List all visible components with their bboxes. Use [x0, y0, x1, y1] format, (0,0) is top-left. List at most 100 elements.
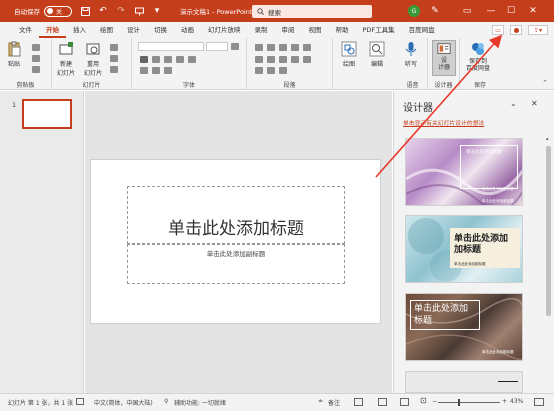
- slideshow-view-icon[interactable]: ⊡: [420, 396, 429, 405]
- tab-baidu-netdisk[interactable]: 百度网盘: [402, 22, 442, 38]
- underline-icon[interactable]: [164, 56, 172, 63]
- designer-button[interactable]: 设 计器: [432, 40, 456, 76]
- tab-insert[interactable]: 插入: [66, 22, 93, 38]
- collapse-ribbon-icon[interactable]: ⌃: [542, 79, 548, 87]
- slide-sorter-icon[interactable]: [378, 398, 387, 406]
- save-icon[interactable]: [80, 6, 90, 16]
- text-direction-icon[interactable]: [255, 67, 263, 74]
- section-icon[interactable]: [110, 66, 118, 73]
- save-to-baidu-button[interactable]: 保存到 百度网盘: [466, 41, 490, 72]
- copy-icon[interactable]: [32, 55, 40, 62]
- smartart-icon[interactable]: [279, 67, 287, 74]
- tab-animations[interactable]: 动画: [174, 22, 201, 38]
- pen-icon[interactable]: ✎: [428, 4, 442, 18]
- tab-transitions[interactable]: 切换: [147, 22, 174, 38]
- tab-review[interactable]: 审阅: [275, 22, 302, 38]
- align-center-icon[interactable]: [267, 56, 275, 63]
- increase-indent-icon[interactable]: [291, 44, 299, 51]
- pane-options-icon[interactable]: ⌄: [510, 99, 517, 108]
- fit-to-window-icon[interactable]: [534, 398, 544, 406]
- design-idea-card[interactable]: 单击此处添加标题 单击此处添加副标题 单击此处添加副标题: [405, 138, 523, 206]
- tab-pdf-tools[interactable]: PDF工具集: [356, 22, 402, 38]
- align-left-icon[interactable]: [255, 56, 263, 63]
- reading-view-icon[interactable]: [400, 398, 409, 406]
- format-painter-icon[interactable]: [32, 66, 40, 73]
- tab-help[interactable]: 帮助: [329, 22, 356, 38]
- zoom-out-icon[interactable]: −: [432, 398, 437, 405]
- paste-button[interactable]: 粘贴: [6, 41, 22, 68]
- zoom-slider[interactable]: [438, 402, 500, 403]
- italic-icon[interactable]: [152, 56, 160, 63]
- avatar[interactable]: G: [408, 5, 420, 17]
- language-indicator[interactable]: 中文(简体，中国大陆): [94, 398, 153, 407]
- undo-icon[interactable]: ↶: [98, 6, 108, 16]
- slide-thumbnail[interactable]: [22, 99, 72, 129]
- highlight-icon[interactable]: [152, 67, 160, 74]
- minimize-button[interactable]: —: [484, 4, 498, 18]
- design-idea-card[interactable]: 单击此处添加 加标题 单击此处添加副标题: [405, 215, 523, 283]
- zoom-in-icon[interactable]: +: [502, 398, 507, 405]
- designer-scrollbar[interactable]: ▴: [546, 136, 551, 392]
- tab-design[interactable]: 设计: [120, 22, 147, 38]
- increase-font-icon[interactable]: [231, 43, 239, 50]
- accessibility-status[interactable]: 辅助功能: 一切就绪: [174, 398, 226, 407]
- present-from-start-icon[interactable]: [134, 6, 144, 16]
- font-size-field[interactable]: [206, 42, 228, 51]
- title-placeholder[interactable]: 单击此处添加标题: [127, 186, 345, 244]
- autosave-toggle[interactable]: 关: [44, 5, 72, 17]
- justify-icon[interactable]: [291, 56, 299, 63]
- reset-icon[interactable]: [110, 55, 118, 62]
- tab-slideshow[interactable]: 幻灯片放映: [201, 22, 248, 38]
- align-right-icon[interactable]: [279, 56, 287, 63]
- clear-format-icon[interactable]: [164, 67, 172, 74]
- customize-qat-icon[interactable]: ▾: [152, 6, 162, 16]
- character-spacing-icon[interactable]: [188, 56, 196, 63]
- line-spacing-icon[interactable]: [303, 44, 311, 51]
- numbering-icon[interactable]: [267, 44, 275, 51]
- scroll-up-icon[interactable]: ▴: [546, 136, 549, 142]
- comments-icon[interactable]: ▭: [492, 25, 504, 35]
- normal-view-icon[interactable]: [354, 398, 363, 406]
- tab-view[interactable]: 视图: [302, 22, 329, 38]
- notes-icon[interactable]: ≐: [318, 398, 323, 405]
- designer-ideas-link[interactable]: 单击显示有关幻灯片设计的想法: [403, 118, 484, 127]
- new-slide-button[interactable]: 新建 幻灯片: [57, 41, 75, 77]
- columns-icon[interactable]: [303, 56, 311, 63]
- decrease-indent-icon[interactable]: [279, 44, 287, 51]
- subtitle-placeholder[interactable]: 单击此处添加副标题: [127, 244, 345, 284]
- tab-file[interactable]: 文件: [12, 22, 39, 38]
- tab-draw[interactable]: 绘图: [93, 22, 120, 38]
- font-name-field[interactable]: [138, 42, 204, 51]
- design-idea-card[interactable]: [405, 371, 523, 393]
- ribbon-display-options-icon[interactable]: ▭: [460, 4, 474, 18]
- tab-home[interactable]: 开始: [39, 22, 66, 38]
- zoom-slider-knob[interactable]: [458, 399, 460, 406]
- redo-icon[interactable]: ↷: [116, 6, 126, 16]
- maximize-button[interactable]: ☐: [504, 4, 518, 18]
- notes-button[interactable]: 备注: [328, 398, 340, 407]
- align-text-icon[interactable]: [267, 67, 275, 74]
- accessibility-icon[interactable]: ⚲: [164, 398, 168, 405]
- slide-canvas[interactable]: 单击此处添加标题 单击此处添加副标题: [90, 159, 381, 324]
- font-color-icon[interactable]: [140, 67, 148, 74]
- tab-record[interactable]: 录制: [248, 22, 275, 38]
- spelling-icon[interactable]: [76, 398, 84, 405]
- record-button[interactable]: [510, 25, 522, 35]
- design-idea-card[interactable]: 单击此处添加 标题 单击此处添加副标题: [405, 293, 523, 361]
- search-input[interactable]: 搜索: [252, 5, 372, 18]
- strikethrough-icon[interactable]: [176, 56, 184, 63]
- editing-button[interactable]: 编辑: [369, 41, 385, 68]
- scrollbar-thumb[interactable]: [546, 146, 551, 316]
- share-button[interactable]: ⇪▾: [528, 25, 548, 35]
- dictate-button[interactable]: 听写: [403, 41, 419, 68]
- card-line: [498, 381, 518, 382]
- cut-icon[interactable]: [32, 44, 40, 51]
- close-button[interactable]: ✕: [526, 4, 540, 18]
- bold-icon[interactable]: [140, 56, 148, 63]
- bullets-icon[interactable]: [255, 44, 263, 51]
- close-pane-icon[interactable]: ✕: [531, 99, 538, 108]
- drawing-button[interactable]: 绘图: [341, 41, 357, 68]
- layout-icon[interactable]: [110, 44, 118, 51]
- zoom-level[interactable]: 43%: [510, 398, 523, 405]
- reuse-slides-button[interactable]: 重用 幻灯片: [84, 41, 102, 77]
